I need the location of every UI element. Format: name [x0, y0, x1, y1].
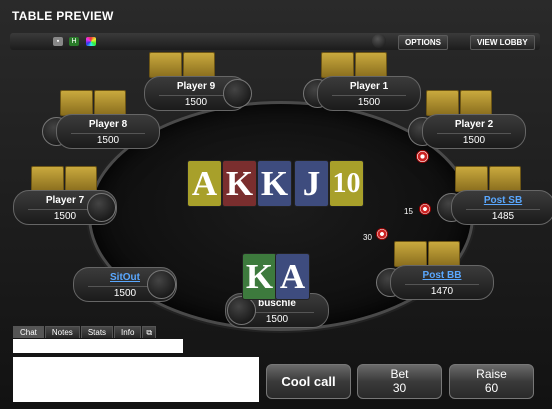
- chat-tabs: Chat Notes Stats Info ⧉: [13, 326, 157, 338]
- seat-player-9[interactable]: Player 9 1500: [131, 52, 252, 111]
- bet-button[interactable]: Bet 30: [357, 364, 442, 399]
- player-name: Player 9: [176, 81, 216, 92]
- popout-icon[interactable]: ⧉: [142, 326, 157, 338]
- hole-cards-back: [394, 241, 460, 267]
- seat-post-bb[interactable]: Post BB 1470: [376, 241, 496, 300]
- hole-cards-back: [321, 52, 387, 78]
- toolbar-knob[interactable]: [372, 34, 386, 48]
- seat-player-7[interactable]: Player 7 1500: [13, 166, 133, 225]
- table-preview-window: TABLE PREVIEW ▪ H OPTIONS VIEW LOBBY Pla…: [0, 0, 552, 409]
- bet-amount: 30: [392, 381, 407, 395]
- hand-history-icon[interactable]: H: [69, 37, 79, 46]
- player-plate: Player 1 1500: [317, 76, 421, 111]
- player-stack: 1500: [437, 133, 511, 146]
- raise-label: Raise: [476, 367, 507, 381]
- tab-chat[interactable]: Chat: [13, 326, 44, 338]
- player-plate: Post BB 1470: [390, 265, 494, 300]
- color-wheel-icon[interactable]: [86, 37, 96, 46]
- cool-call-button[interactable]: Cool call: [266, 364, 351, 399]
- chat-log[interactable]: [13, 357, 259, 402]
- player-stack: 1485: [466, 209, 540, 222]
- sb-bet-amount: 15: [404, 207, 413, 216]
- hole-cards-back: [455, 166, 521, 192]
- raise-button[interactable]: Raise 60: [449, 364, 534, 399]
- chip-icon: [419, 203, 431, 215]
- bb-bet-amount: 30: [363, 233, 372, 242]
- seat-post-sb[interactable]: Post SB 1485: [437, 166, 552, 225]
- seat-player-1[interactable]: Player 1 1500: [303, 52, 423, 111]
- hero-card: A: [275, 253, 310, 300]
- player-name: Post BB: [422, 270, 462, 281]
- chip-icon: [376, 228, 388, 240]
- player-name: Player 8: [88, 119, 128, 130]
- player-avatar: [87, 193, 116, 222]
- seat-sitout[interactable]: SitOut 1500: [73, 267, 178, 303]
- hole-cards-back: [60, 90, 126, 116]
- hero-card: K: [242, 253, 277, 300]
- player-stack: 1500: [71, 133, 145, 146]
- board-card: K: [222, 160, 257, 207]
- player-stack: 1500: [332, 95, 406, 108]
- cool-call-label: Cool call: [281, 374, 336, 389]
- player-stack: 1500: [159, 95, 233, 108]
- options-button[interactable]: OPTIONS: [398, 35, 449, 50]
- player-avatar: [147, 270, 176, 299]
- tab-notes[interactable]: Notes: [44, 326, 80, 338]
- camera-icon[interactable]: ▪: [53, 37, 63, 46]
- seat-player-8[interactable]: Player 8 1500: [42, 90, 162, 149]
- board-card: K: [257, 160, 292, 207]
- dealer-button-icon: [416, 150, 429, 163]
- player-plate: Player 8 1500: [56, 114, 160, 149]
- tab-info[interactable]: Info: [114, 326, 142, 338]
- player-avatar: [223, 79, 252, 108]
- player-name: Player 1: [349, 81, 389, 92]
- board-card: A: [187, 160, 222, 207]
- board-card: 10: [329, 160, 364, 207]
- seat-player-2[interactable]: Player 2 1500: [408, 90, 528, 149]
- view-lobby-button[interactable]: VIEW LOBBY: [470, 35, 535, 50]
- chat-input[interactable]: [13, 339, 183, 353]
- player-avatar: [227, 296, 256, 325]
- player-plate: Post SB 1485: [451, 190, 552, 225]
- player-name: Post SB: [483, 195, 523, 206]
- board-card: J: [294, 160, 329, 207]
- player-stack: 1470: [405, 284, 479, 297]
- tab-stats[interactable]: Stats: [80, 326, 114, 338]
- raise-amount: 60: [484, 381, 499, 395]
- window-title: TABLE PREVIEW: [12, 9, 114, 23]
- hole-cards-back: [426, 90, 492, 116]
- bet-label: Bet: [390, 367, 409, 381]
- hole-cards-back: [149, 52, 215, 78]
- player-plate: Player 2 1500: [422, 114, 526, 149]
- hole-cards-back: [31, 166, 97, 192]
- player-name: Player 2: [454, 119, 494, 130]
